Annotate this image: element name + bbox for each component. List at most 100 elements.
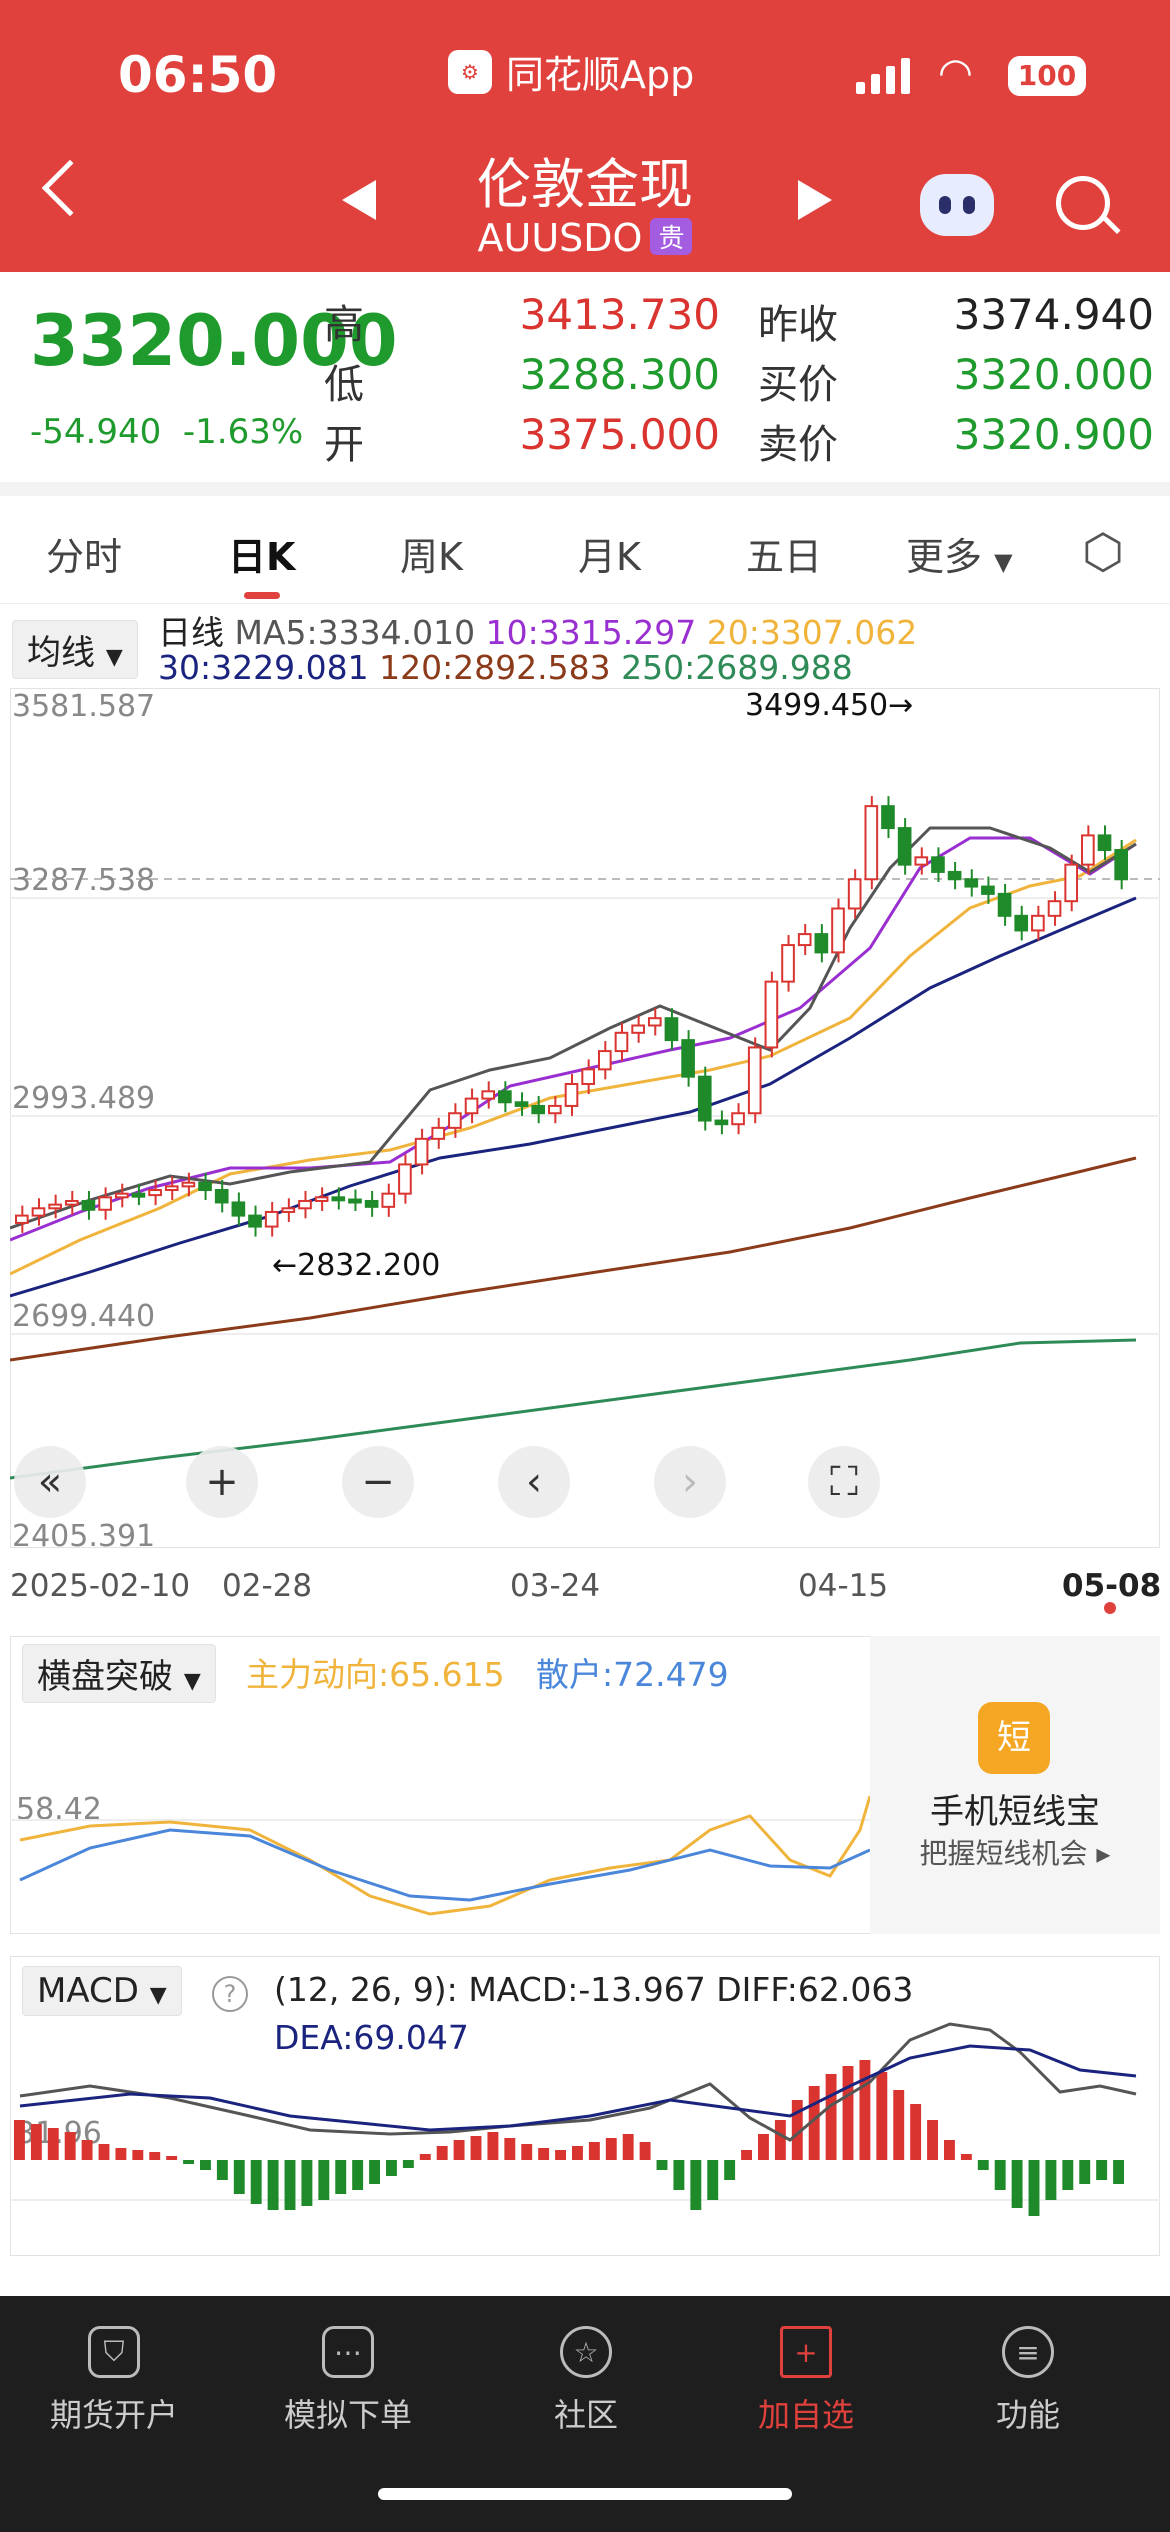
- candle: [1081, 834, 1095, 866]
- scroll-to-start-button[interactable]: «: [14, 1446, 86, 1518]
- zoom-out-button[interactable]: −: [342, 1446, 414, 1518]
- nav-community[interactable]: ☆ 社区: [496, 2326, 676, 2436]
- candle: [631, 1024, 645, 1034]
- tab-daily-k[interactable]: 日K: [228, 526, 295, 581]
- open-label: 开: [324, 422, 364, 468]
- home-indicator: [378, 2488, 792, 2500]
- candle: [981, 885, 995, 895]
- bid-value: 3320.000: [953, 350, 1154, 399]
- active-tab-indicator: [244, 592, 280, 599]
- robot-assistant-icon[interactable]: [920, 174, 994, 236]
- document-icon: ⋯: [322, 2326, 374, 2378]
- price-tick-1: 3581.587: [12, 689, 155, 724]
- candle: [564, 1082, 579, 1107]
- macd-bar: [876, 2072, 888, 2160]
- macd-bar: [250, 2160, 262, 2204]
- scroll-right-button[interactable]: ›: [654, 1446, 726, 1518]
- battery-level: 100: [1017, 59, 1077, 92]
- macd-bar: [977, 2160, 989, 2170]
- ma-selector-label: 均线: [27, 633, 95, 673]
- candle: [797, 933, 812, 947]
- candle: [198, 1181, 212, 1192]
- macd-bar: [419, 2154, 431, 2160]
- open-value: 3375.000: [519, 410, 720, 459]
- tab-more-label: 更多: [906, 535, 983, 579]
- nav-functions[interactable]: ≡ 功能: [938, 2326, 1118, 2436]
- nav-functions-label: 功能: [995, 2396, 1060, 2434]
- candle: [681, 1039, 695, 1078]
- macd-bar: [758, 2134, 769, 2160]
- candle: [647, 1017, 662, 1027]
- candle: [114, 1192, 129, 1199]
- candle: [264, 1210, 279, 1228]
- tab-five-day[interactable]: 五日: [746, 526, 822, 581]
- macd-bar: [216, 2160, 228, 2180]
- candle: [331, 1196, 346, 1202]
- menu-icon: ≡: [1002, 2326, 1054, 2378]
- chevron-down-icon: ▼: [994, 548, 1013, 576]
- zoom-in-button[interactable]: +: [186, 1446, 258, 1518]
- tab-weekly-k[interactable]: 周K: [400, 526, 463, 581]
- ma120-value: 120:2892.583: [379, 648, 611, 687]
- tab-monthly-k[interactable]: 月K: [578, 526, 641, 581]
- promo-card[interactable]: 短 手机短线宝 把握短线机会 ▸: [870, 1636, 1160, 1934]
- chevron-right-icon: ▸: [1096, 1837, 1111, 1870]
- price-tick-3: 2993.489: [12, 1081, 155, 1116]
- ma20-value: 20:3307.062: [706, 613, 918, 652]
- nav-add-watchlist[interactable]: + 加自选: [716, 2326, 896, 2436]
- low-label: 低: [324, 362, 364, 408]
- candle: [531, 1104, 546, 1115]
- macd-bar: [572, 2146, 583, 2160]
- candle: [15, 1214, 29, 1224]
- candle: [814, 933, 829, 954]
- macd-bar: [690, 2160, 702, 2210]
- kline-chart[interactable]: 3581.587 3287.538 2993.489 2699.440 2405…: [10, 688, 1160, 1548]
- candle: [597, 1050, 612, 1071]
- nav-futures-account[interactable]: ⛉ 期货开户: [24, 2326, 204, 2436]
- kline-grid: [10, 878, 1160, 1335]
- ma-selector[interactable]: 均线 ▼: [12, 620, 138, 679]
- promo-title: 手机短线宝: [930, 1792, 1100, 1832]
- low-value: 3288.300: [519, 350, 720, 399]
- candle: [731, 1112, 745, 1126]
- macd-bar: [14, 2120, 25, 2160]
- macd-bar: [132, 2150, 144, 2160]
- candle: [548, 1104, 562, 1115]
- wifi-icon: ◠: [938, 50, 973, 96]
- candle: [747, 1046, 762, 1115]
- date-label-4: 04-15: [798, 1568, 889, 1604]
- macd-bar: [284, 2160, 296, 2210]
- tab-more[interactable]: 更多 ▼: [906, 526, 1013, 581]
- fullscreen-button[interactable]: ⛶: [808, 1446, 880, 1518]
- ma250-line: [10, 1338, 1137, 1480]
- ma5-line: [10, 826, 1137, 1230]
- date-label-2: 02-28: [222, 1568, 313, 1604]
- ask-value: 3320.900: [953, 410, 1154, 459]
- candle: [964, 878, 979, 888]
- search-icon[interactable]: [1056, 176, 1110, 230]
- macd-bar: [910, 2104, 922, 2160]
- date-label-3: 03-24: [510, 1568, 601, 1604]
- tab-intraday[interactable]: 分时: [46, 526, 122, 581]
- indicator-selector[interactable]: 横盘突破 ▼: [22, 1644, 216, 1703]
- macd-bar: [842, 2066, 854, 2160]
- bid-label: 买价: [758, 362, 838, 408]
- candle: [414, 1137, 429, 1166]
- macd-bar: [335, 2160, 347, 2194]
- candle: [348, 1198, 362, 1204]
- macd-bar: [504, 2138, 516, 2160]
- instrument-code-text: AUUSDO: [477, 216, 643, 260]
- macd-bar: [538, 2148, 550, 2160]
- macd-bar: [774, 2120, 786, 2160]
- macd-bar: [656, 2160, 668, 2170]
- chevron-right-icon: ›: [682, 1459, 698, 1505]
- section-divider: [0, 482, 1170, 496]
- macd-bar: [521, 2144, 533, 2160]
- battery-icon: 100: [1008, 56, 1086, 96]
- candle: [714, 1119, 729, 1126]
- scroll-left-button[interactable]: ‹: [498, 1446, 570, 1518]
- chart-settings-icon[interactable]: ⬡: [1082, 524, 1124, 580]
- candle: [947, 870, 962, 881]
- nav-simulated-order[interactable]: ⋯ 模拟下单: [258, 2326, 438, 2436]
- macd-bar: [605, 2138, 617, 2160]
